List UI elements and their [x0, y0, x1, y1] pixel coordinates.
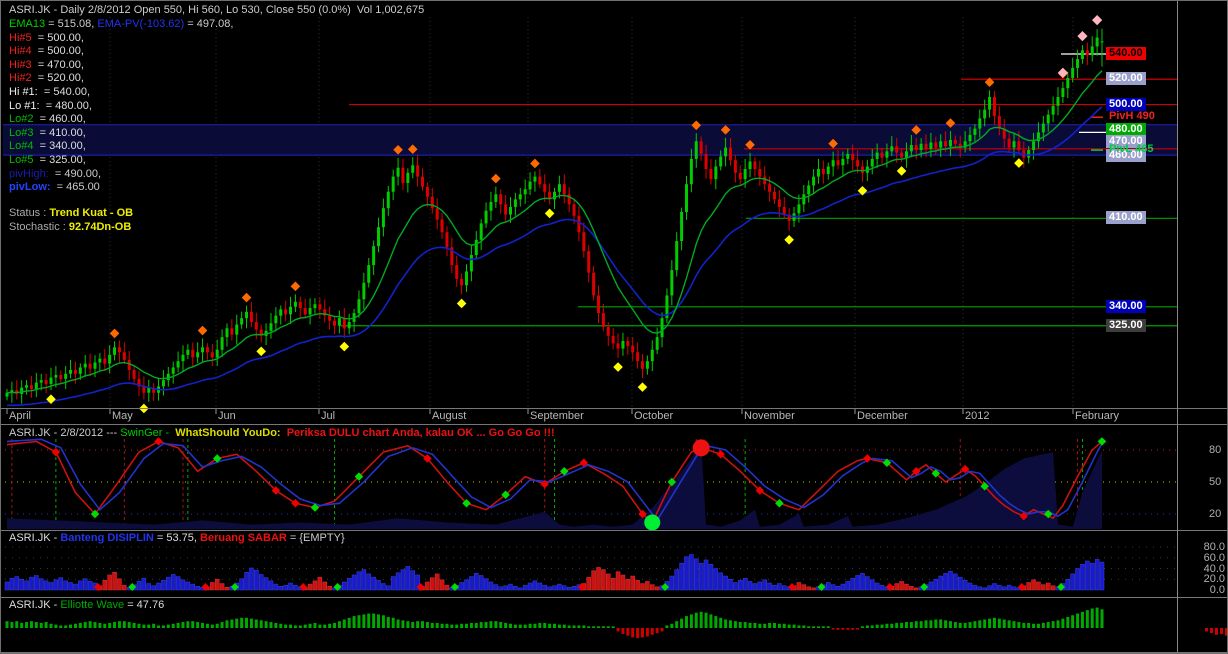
panel-frame [1, 1, 1227, 653]
legend-line: Lo#2 = 460.00, [9, 113, 86, 125]
legend-line: Lo#3 = 410.00, [9, 127, 86, 139]
pivot-band [3, 124, 1177, 156]
banteng-header-part: Beruang SABAR [200, 532, 287, 544]
stoch-axis-label: 80 [1209, 444, 1222, 456]
swinger-header: ASRI.JK - 2/8/2012 --- SwinGer - WhatSho… [9, 427, 555, 439]
elliott-header-part: = 47.76 [124, 599, 165, 611]
status-line-part: Trend Kuat - OB [49, 207, 134, 219]
stochastic-area [7, 441, 1102, 529]
month-gridlines [109, 17, 1074, 406]
price-axis-label: 410.00 [1106, 211, 1146, 224]
elliott-header-part: Elliotte Wave [60, 599, 125, 611]
legend-line: Lo#5 = 325.00, [9, 154, 86, 166]
chart-application-window: ASRI.JK - Daily 2/8/2012 Open 550, Hi 56… [0, 0, 1228, 654]
legend-line: Hi#5 = 500.00, [9, 32, 84, 44]
price-axis-label: 520.00 [1106, 72, 1146, 85]
legend-line-part: = 540.00, [37, 86, 91, 98]
legend-line: Lo #1: = 480.00, [9, 100, 92, 112]
banteng-header-part: = 53.75, [153, 532, 201, 544]
swinger-header-part: Periksa DULU chart Anda, kalau OK ... Go… [286, 427, 555, 439]
ema13 [6, 70, 1103, 394]
legend-line-part: = 480.00, [39, 99, 92, 112]
legend-line-part: Lo#2 [9, 113, 34, 126]
legend-line: Hi #1: = 540.00, [9, 86, 90, 98]
legend-line-part: = 465.00 [50, 181, 100, 194]
legend-line-part: = 490.00, [48, 167, 102, 180]
legend-line-part: Hi#3 [9, 58, 32, 71]
banteng-header-part: ASRI.JK - [9, 532, 61, 544]
month-label: 2012 [965, 410, 990, 422]
legend-line-part: Lo#3 [9, 126, 34, 139]
chart-title: ASRI.JK - Daily 2/8/2012 Open 550, Hi 56… [9, 4, 425, 16]
month-label: Jul [321, 410, 336, 422]
stoch-axis-label: 50 [1209, 476, 1222, 488]
month-label: Jun [218, 410, 236, 422]
elliott-panel [5, 607, 1227, 639]
legend-line-part: pivHigh: [9, 167, 49, 180]
month-label: August [432, 410, 467, 422]
status-line: Status : Trend Kuat - OB [9, 207, 133, 219]
legend-line-part: EMA-PV(-103.62) [97, 18, 185, 30]
price-axis-label: PivH 490 [1109, 110, 1155, 122]
legend-line-part: EMA13 [9, 18, 46, 30]
legend-line-part: Hi #1: [9, 86, 38, 98]
status-line-part: 92.74Dn-OB [68, 220, 132, 233]
month-label: October [634, 410, 674, 422]
status-line-part: Stochastic : [9, 220, 69, 233]
legend-line-part: Hi#5 [9, 31, 32, 44]
legend-line-part: Lo#4 [9, 140, 34, 153]
histogram-axis-label: 0.0 [1209, 584, 1225, 596]
status-line: Stochastic : 92.74Dn-OB [9, 221, 131, 233]
legend-line: EMA13 = 515.08, EMA-PV(-103.62) = 497.08… [9, 18, 233, 30]
price-axis-label: 325.00 [1106, 319, 1146, 332]
legend-line-part: pivLow: [9, 181, 51, 194]
banteng-header: ASRI.JK - Banteng DISIPLIN = 53.75, Beru… [9, 532, 345, 544]
legend-line-part: = 515.08, [45, 18, 98, 30]
swinger-header-part: SwinGer - [120, 427, 173, 439]
legend-line-part: = 340.00, [33, 140, 86, 153]
ema13-line [6, 70, 1103, 394]
month-label: May [112, 410, 133, 422]
legend-line-part: = 325.00, [33, 154, 86, 166]
stochastic-panel [5, 437, 1177, 531]
price-axis-label: PivL 465 [1109, 143, 1154, 155]
month-label: April [9, 410, 32, 422]
banteng-header-part: = {EMPTY} [286, 532, 345, 544]
price-axis-label: 340.00 [1106, 300, 1146, 313]
legend-line-part: Lo #1: [9, 99, 40, 112]
legend-line-part: = 500.00, [31, 45, 84, 58]
legend-line-part: = 497.08, [184, 18, 234, 30]
legend-line: Lo#4 = 340.00, [9, 140, 86, 152]
legend-line: Hi#3 = 470.00, [9, 59, 84, 71]
swinger-header-part: ASRI.JK - 2/8/2012 --- [9, 427, 121, 439]
legend-line-part: = 460.00, [33, 113, 86, 126]
banteng-header-part: Banteng DISIPLIN [60, 532, 154, 544]
legend-line-part: = 500.00, [31, 31, 84, 44]
legend-line-part: = 520.00, [31, 72, 84, 85]
status-line-part: Status : [9, 207, 50, 219]
legend-line-part: Hi#4 [9, 45, 32, 58]
month-label: September [530, 410, 584, 422]
chart-canvas [1, 1, 1227, 653]
month-label: February [1075, 410, 1120, 422]
swinger-header-part: WhatShould YouDo: [172, 427, 287, 439]
legend-line-part: Lo#5 [9, 154, 34, 166]
big-sell-signal [692, 439, 710, 457]
candles [5, 28, 1104, 404]
big-buy-signal [644, 514, 661, 531]
legend-line-part: = 410.00, [33, 126, 86, 139]
month-label: November [744, 410, 795, 422]
legend-line-part: = 470.00, [31, 58, 84, 71]
histogram-panel [4, 546, 1177, 591]
legend-line: Hi#4 = 500.00, [9, 45, 84, 57]
legend-line: Hi#2 = 520.00, [9, 72, 84, 84]
legend-line: pivHigh: = 490.00, [9, 168, 101, 180]
legend-line-part: Hi#2 [9, 72, 32, 85]
elliott-header-part: ASRI.JK - [9, 599, 61, 611]
elliott-header: ASRI.JK - Elliotte Wave = 47.76 [9, 599, 164, 611]
stoch-axis-label: 20 [1209, 508, 1222, 520]
price-axis-label: 540.00 [1106, 47, 1146, 60]
month-label: December [857, 410, 908, 422]
legend-line: pivLow: = 465.00 [9, 181, 100, 193]
